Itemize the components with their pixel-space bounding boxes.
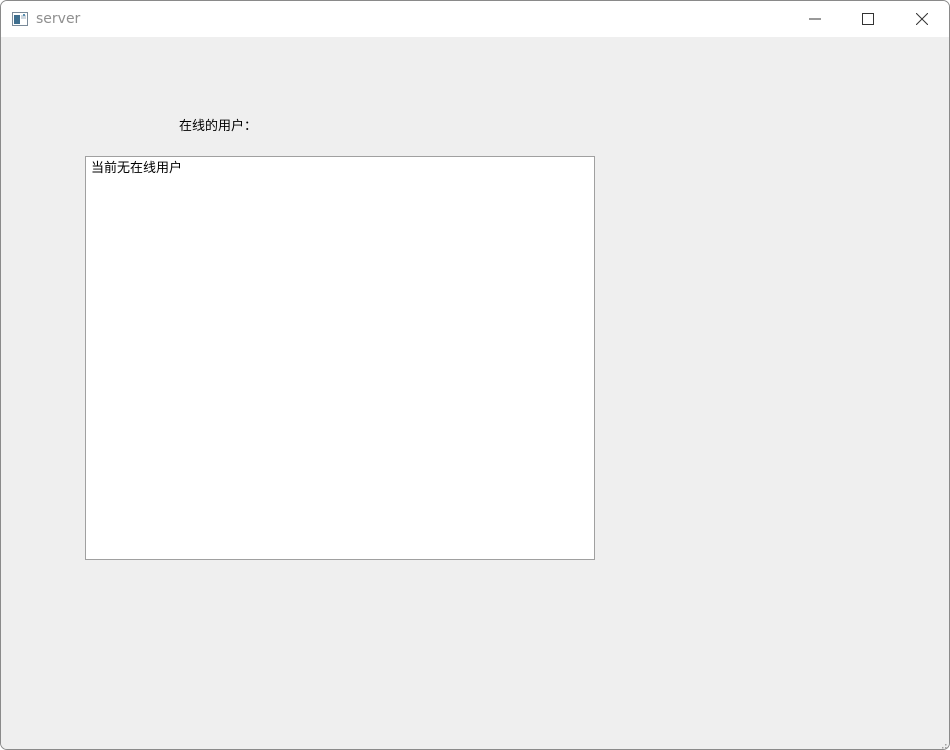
online-users-list[interactable]: 当前无在线用户: [85, 156, 595, 560]
close-icon: [915, 10, 929, 29]
close-button[interactable]: [895, 1, 949, 37]
maximize-button[interactable]: [841, 1, 895, 37]
resize-grip-icon[interactable]: [937, 737, 947, 749]
online-users-label: 在线的用户：: [179, 119, 258, 134]
maximize-icon: [862, 10, 874, 29]
window-title: server: [36, 11, 81, 27]
app-window-icon: [12, 11, 28, 26]
list-item[interactable]: 当前无在线用户: [91, 160, 182, 178]
minimize-button[interactable]: [788, 1, 842, 37]
minimize-icon: [809, 10, 821, 29]
server-window: server 在线的用户： 当前无在线用户: [0, 0, 950, 750]
client-area: 在线的用户： 当前无在线用户: [1, 37, 949, 749]
title-bar[interactable]: server: [1, 1, 949, 37]
